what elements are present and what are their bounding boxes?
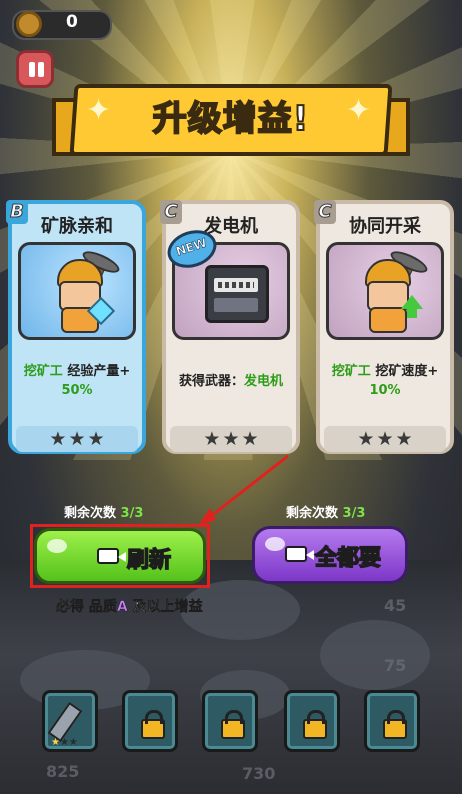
card-art [18,242,136,340]
bg-number: 730 [242,764,276,783]
star-icon: ★ [241,428,259,450]
page-title: 升级增益! [152,98,310,140]
up-arrow-icon [401,295,423,309]
slot-star-rating: ★★★ [51,737,78,748]
lock-icon [221,710,245,739]
card-art [326,242,444,340]
take-all-button-label: 全都要 [314,545,382,572]
guarantee-text: 必得 品质A 及以上增益 [56,599,203,616]
star-icon: ★ [395,428,413,450]
take-all-button[interactable]: 全都要 [252,526,408,584]
card-description: 获得武器：发电机 [178,374,284,389]
star-icon: ★ [222,428,240,450]
card-description: 挖矿工 经验产量+ 50% [23,364,131,398]
locked-slot[interactable] [284,690,340,752]
locked-slot[interactable] [364,690,420,752]
lock-icon [141,710,165,739]
locked-slot[interactable] [122,690,178,752]
star-rating: ★ ★ ★ [170,426,292,452]
buff-card-generator[interactable]: C 发电机 NEW 获得武器：发电机 ★ ★ ★ [160,200,300,454]
bg-number: 825 [46,762,80,781]
refresh-remaining: 剩余次数 3/3 [64,506,144,521]
pause-button[interactable] [16,50,54,88]
video-camera-icon [285,546,314,562]
card-description: 挖矿工 挖矿速度+ 10% [331,364,439,398]
locked-slot[interactable] [202,690,258,752]
take-all-remaining: 剩余次数 3/3 [286,506,366,521]
star-icon: ★ [68,428,86,450]
coin-icon [16,11,42,37]
lock-icon [383,710,407,739]
star-icon: ★ [49,428,67,450]
card-title: 矿脉亲和 [41,216,113,237]
star-icon: ★ [87,428,105,450]
star-icon: ★ [357,428,375,450]
buff-card-cooperative-mining[interactable]: C 协同开采 挖矿工 挖矿速度+ 10% ★ ★ ★ [314,200,454,454]
coin-value: 0 [66,12,78,32]
buff-card-vein-affinity[interactable]: B 矿脉亲和 挖矿工 经验产量+ 50% ★ ★ ★ [6,200,146,454]
annotation-highlight-box [30,524,210,588]
star-icon: ★ [376,428,394,450]
lock-icon [303,710,327,739]
card-art: NEW [162,224,290,340]
star-rating: ★ ★ ★ [16,426,138,452]
card-title: 协同开采 [349,216,421,237]
star-icon: ★ [203,428,221,450]
bg-number: 45 [384,596,407,615]
bg-number: 75 [384,656,407,675]
weapon-slot-drill[interactable]: ★★★ [42,690,98,752]
star-rating: ★ ★ ★ [324,426,446,452]
generator-icon [205,265,269,323]
